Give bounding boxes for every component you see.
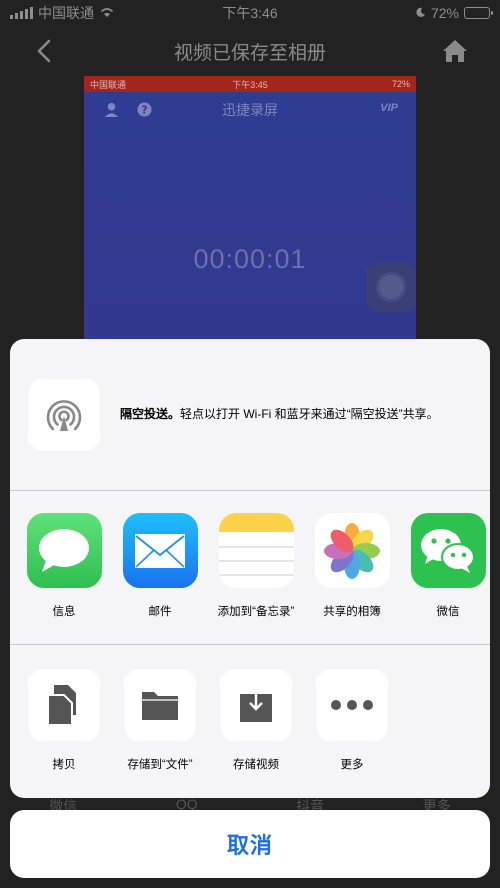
chevron-left-icon[interactable] <box>30 36 60 66</box>
share-app-label: 信息 <box>52 606 76 618</box>
help-icon: ? <box>137 102 152 120</box>
share-apps-row: 信息 邮件 添加到“备忘录” 共享的相簿 微信 <box>10 491 490 645</box>
airdrop-row[interactable]: 隔空投送。轻点以打开 Wi-Fi 和蓝牙来通过“隔空投送”共享。 <box>10 339 490 491</box>
airdrop-description: 隔空投送。轻点以打开 Wi-Fi 和蓝牙来通过“隔空投送”共享。 <box>120 406 439 423</box>
share-app-shared-albums[interactable]: 共享的相簿 <box>304 513 400 619</box>
action-more[interactable]: 更多 <box>304 669 400 772</box>
share-sheet: 隔空投送。轻点以打开 Wi-Fi 和蓝牙来通过“隔空投送”共享。 信息 邮件 添… <box>10 339 490 798</box>
action-label: 拷贝 <box>52 759 76 771</box>
share-app-mail[interactable]: 邮件 <box>112 513 208 619</box>
share-app-notes[interactable]: 添加到“备忘录” <box>208 513 304 619</box>
action-label: 存储到“文件” <box>127 759 193 771</box>
share-app-label: 添加到“备忘录” <box>217 606 295 618</box>
share-app-label: 共享的相簿 <box>323 606 381 618</box>
share-app-label: 微信 <box>436 606 460 618</box>
wechat-icon <box>410 513 486 588</box>
action-save-to-files[interactable]: 存储到“文件” <box>112 669 208 772</box>
airdrop-hint: 轻点以打开 Wi-Fi 和蓝牙来通过“隔空投送”共享。 <box>180 407 439 422</box>
action-label: 存储视频 <box>233 759 279 771</box>
signal-icon <box>10 7 33 19</box>
more-icon <box>316 669 388 741</box>
preview-time: 下午3:45 <box>232 79 268 90</box>
action-save-video[interactable]: 存储视频 <box>208 669 304 772</box>
share-app-messages[interactable]: 信息 <box>16 513 112 619</box>
preview-app-title: 迅捷录屏 <box>222 102 278 118</box>
floating-record-button <box>366 262 416 312</box>
action-label: 更多 <box>340 759 364 771</box>
save-download-icon <box>220 669 292 741</box>
vip-badge: VIP <box>380 102 398 114</box>
airdrop-title: 隔空投送。 <box>120 407 181 422</box>
wifi-icon <box>99 5 115 21</box>
svg-text:?: ? <box>142 104 148 116</box>
share-app-wechat[interactable]: 微信 <box>400 513 490 619</box>
folder-icon <box>124 669 196 741</box>
share-app-label: 邮件 <box>148 606 172 618</box>
nav-bar: 视频已保存至相册 <box>0 26 500 76</box>
battery-percent: 72% <box>430 5 459 21</box>
mail-icon <box>122 513 198 588</box>
photos-icon <box>314 513 390 588</box>
carrier-label: 中国联通 <box>38 5 94 21</box>
page-title: 视频已保存至相册 <box>173 42 326 64</box>
user-icon <box>104 102 119 120</box>
preview-status-bar: 中国联通 下午3:45 72% <box>84 76 416 92</box>
share-actions-row: 拷贝 存储到“文件” 存储视频 更多 <box>10 645 490 798</box>
moon-icon <box>415 5 426 21</box>
airdrop-icon[interactable] <box>28 378 100 451</box>
action-copy[interactable]: 拷贝 <box>16 669 112 772</box>
copy-icon <box>28 669 100 741</box>
home-icon[interactable] <box>440 36 470 66</box>
preview-header: ? 迅捷录屏 VIP <box>84 92 416 128</box>
notes-icon <box>218 513 294 588</box>
cancel-button[interactable]: 取消 <box>10 810 490 878</box>
battery-icon <box>464 7 493 19</box>
status-bar: 中国联通 下午3:46 72% <box>0 0 500 26</box>
messages-icon <box>26 513 102 588</box>
video-preview: 中国联通 下午3:45 72% ? 迅捷录屏 VIP 00:00:01 <box>84 76 416 346</box>
